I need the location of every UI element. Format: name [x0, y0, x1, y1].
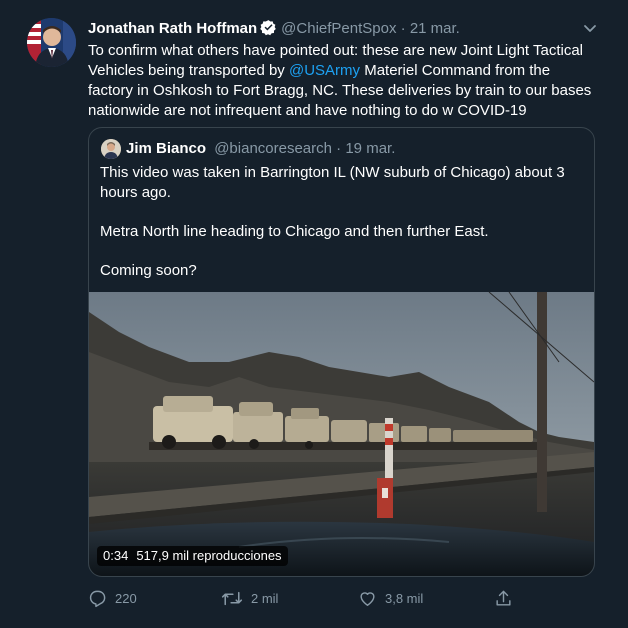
verified-badge-icon	[260, 19, 277, 43]
video-player[interactable]: 0:34 517,9 mil reproducciones	[89, 292, 594, 576]
author-name[interactable]: Jonathan Rath Hoffman	[88, 20, 257, 37]
video-thumbnail	[89, 292, 594, 576]
tweet-text: To confirm what others have pointed out:…	[88, 41, 598, 121]
reply-icon	[89, 590, 106, 608]
reply-button[interactable]: 220	[88, 588, 137, 610]
quoted-paragraph: This video was taken in Barrington IL (N…	[100, 164, 565, 201]
quoted-header: Jim Bianco @biancoresearch · 19 mar.	[126, 139, 395, 159]
tweet[interactable]: Jonathan Rath Hoffman @ChiefPentSpox · 21…	[0, 0, 628, 628]
share-icon	[496, 590, 511, 606]
quoted-paragraph: Metra North line heading to Chicago and …	[100, 222, 489, 240]
retweet-icon	[221, 591, 243, 606]
quoted-author-avatar	[101, 139, 121, 159]
header-separator: ·	[400, 20, 406, 37]
tweet-header: Jonathan Rath Hoffman @ChiefPentSpox · 21…	[88, 18, 588, 40]
retweet-button[interactable]: 2 mil	[221, 588, 278, 610]
chevron-down-icon[interactable]	[580, 18, 600, 38]
share-button[interactable]	[494, 588, 521, 610]
like-icon	[360, 592, 375, 606]
quoted-author-handle: @biancoresearch	[214, 140, 332, 157]
tweet-date[interactable]: 21 mar.	[410, 20, 460, 37]
quoted-author-name: Jim Bianco	[126, 140, 207, 157]
video-info-badge: 0:34 517,9 mil reproducciones	[97, 546, 288, 566]
reply-count: 220	[115, 591, 137, 606]
video-view-count: 517,9 mil reproducciones	[136, 548, 282, 563]
quoted-text: This video was taken in Barrington IL (N…	[100, 163, 585, 280]
quoted-tweet[interactable]: Jim Bianco @biancoresearch · 19 mar. Thi…	[88, 127, 595, 577]
author-handle[interactable]: @ChiefPentSpox	[281, 20, 396, 37]
quoted-date: 19 mar.	[345, 140, 396, 157]
like-button[interactable]: 3,8 mil	[358, 588, 423, 610]
quoted-paragraph: Coming soon?	[100, 261, 197, 279]
author-avatar[interactable]	[27, 18, 76, 67]
like-count: 3,8 mil	[385, 591, 424, 606]
mention-link[interactable]: @USArmy	[289, 62, 360, 79]
quoted-header-separator: ·	[336, 140, 342, 157]
tweet-actions: 220 2 mil 3,8 mil	[88, 588, 598, 610]
retweet-count: 2 mil	[251, 591, 279, 606]
video-duration: 0:34	[103, 548, 129, 563]
